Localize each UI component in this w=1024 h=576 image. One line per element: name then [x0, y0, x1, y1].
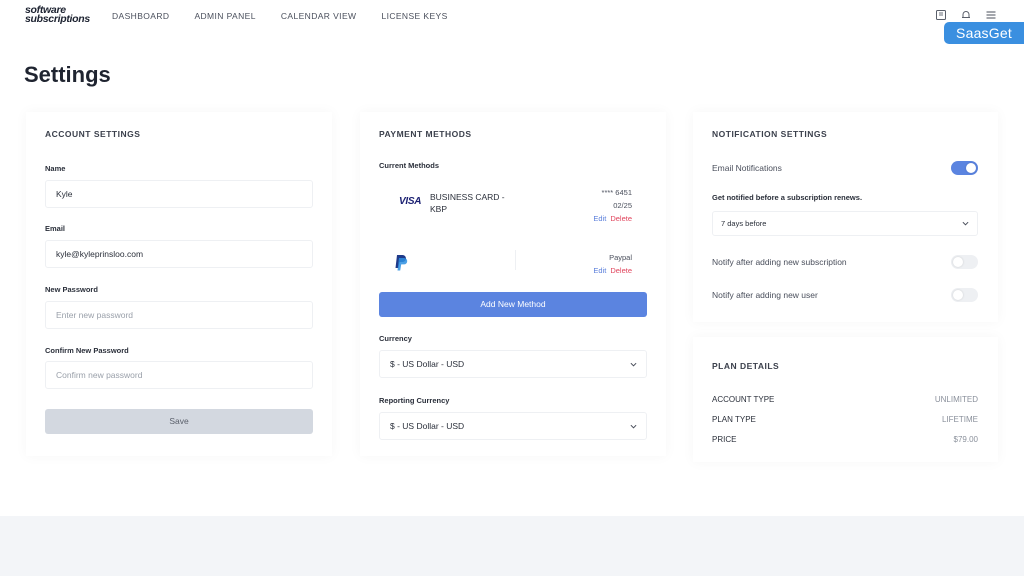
new-password-label: New Password	[45, 285, 98, 294]
nav-calendar-view[interactable]: CALENDAR VIEW	[281, 11, 357, 21]
email-label: Email	[45, 224, 66, 233]
card-number: **** 6451	[601, 188, 632, 197]
paypal-label: Paypal	[609, 253, 632, 262]
currency-value: $ - US Dollar - USD	[390, 359, 465, 369]
plan-details-panel: PLAN DETAILS ACCOUNT TYPE UNLIMITED PLAN…	[693, 337, 998, 462]
delete-link[interactable]: Delete	[610, 214, 632, 223]
plan-value: LIFETIME	[941, 415, 978, 424]
reporting-currency-value: $ - US Dollar - USD	[390, 421, 465, 431]
app-logo[interactable]: software subscriptions	[25, 5, 90, 25]
paypal-actions: Edit Delete	[593, 266, 632, 275]
account-settings-title: ACCOUNT SETTINGS	[45, 129, 141, 139]
nav-admin-panel[interactable]: ADMIN PANEL	[194, 11, 255, 21]
book-icon[interactable]	[935, 9, 947, 21]
main-nav: DASHBOARD ADMIN PANEL CALENDAR VIEW LICE…	[112, 11, 473, 21]
header-icons	[935, 9, 997, 21]
plan-key: PRICE	[712, 435, 737, 444]
nav-license-keys[interactable]: LICENSE KEYS	[381, 11, 447, 21]
plan-details-title: PLAN DETAILS	[712, 361, 780, 371]
nav-dashboard[interactable]: DASHBOARD	[112, 11, 169, 21]
card-expiry: 02/25	[613, 201, 632, 210]
confirm-password-field[interactable]: Confirm new password	[45, 361, 313, 389]
page-footer	[0, 516, 1024, 576]
toggle-knob	[966, 163, 976, 173]
payment-method-name: BUSINESS CARD - KBP	[430, 192, 505, 214]
notify-new-user-label: Notify after adding new user	[712, 290, 818, 300]
toggle-knob	[953, 257, 963, 267]
payment-methods-panel: PAYMENT METHODS Current Methods VISA BUS…	[360, 112, 666, 456]
plan-value: UNLIMITED	[934, 395, 978, 404]
notify-new-subscription-toggle[interactable]	[951, 255, 978, 269]
menu-icon[interactable]	[985, 9, 997, 21]
reporting-currency-select[interactable]: $ - US Dollar - USD	[379, 412, 647, 440]
currency-select[interactable]: $ - US Dollar - USD	[379, 350, 647, 378]
page-title: Settings	[24, 62, 111, 87]
email-field[interactable]: kyle@kyleprinsloo.com	[45, 240, 313, 268]
payment-method-paypal: Paypal Edit Delete	[379, 238, 647, 290]
plan-key: PLAN TYPE	[712, 415, 756, 424]
paypal-divider	[515, 250, 516, 270]
save-button[interactable]: Save	[45, 409, 313, 434]
notify-new-subscription-label: Notify after adding new subscription	[712, 257, 847, 267]
add-new-method-button[interactable]: Add New Method	[379, 292, 647, 317]
saasget-watermark: SaasGet	[944, 22, 1024, 44]
visa-logo: VISA	[399, 196, 422, 207]
renewal-notice-select[interactable]: 7 days before	[712, 211, 978, 236]
email-notifications-toggle[interactable]	[951, 161, 978, 175]
logo-line-2: subscriptions	[25, 13, 90, 25]
bell-icon[interactable]	[960, 9, 972, 21]
chevron-down-icon	[630, 424, 637, 429]
new-password-field[interactable]: Enter new password	[45, 301, 313, 329]
reporting-currency-label: Reporting Currency	[379, 396, 450, 405]
payment-methods-title: PAYMENT METHODS	[379, 129, 472, 139]
chevron-down-icon	[630, 362, 637, 367]
notification-settings-panel: NOTIFICATION SETTINGS Email Notification…	[693, 112, 998, 322]
toggle-knob	[953, 290, 963, 300]
currency-label: Currency	[379, 334, 412, 343]
plan-value: $79.00	[953, 435, 978, 444]
edit-link[interactable]: Edit	[593, 214, 606, 223]
current-methods-label: Current Methods	[379, 161, 439, 170]
chevron-down-icon	[962, 221, 969, 226]
paypal-delete-link[interactable]: Delete	[610, 266, 632, 275]
paypal-edit-link[interactable]: Edit	[593, 266, 606, 275]
renewal-notice-label: Get notified before a subscription renew…	[712, 193, 863, 202]
payment-method-visa: VISA BUSINESS CARD - KBP **** 6451 02/25…	[379, 176, 647, 228]
plan-key: ACCOUNT TYPE	[712, 395, 775, 404]
account-settings-panel: ACCOUNT SETTINGS Name Kyle Email kyle@ky…	[26, 112, 332, 456]
notify-new-user-toggle[interactable]	[951, 288, 978, 302]
renewal-notice-value: 7 days before	[721, 219, 767, 228]
name-label: Name	[45, 164, 66, 173]
paypal-icon	[394, 254, 408, 277]
top-navigation-bar: software subscriptions DASHBOARD ADMIN P…	[0, 0, 1024, 34]
payment-method-actions: Edit Delete	[593, 214, 632, 223]
confirm-password-label: Confirm New Password	[45, 346, 129, 355]
email-notifications-label: Email Notifications	[712, 163, 782, 173]
name-field[interactable]: Kyle	[45, 180, 313, 208]
notification-settings-title: NOTIFICATION SETTINGS	[712, 129, 828, 139]
